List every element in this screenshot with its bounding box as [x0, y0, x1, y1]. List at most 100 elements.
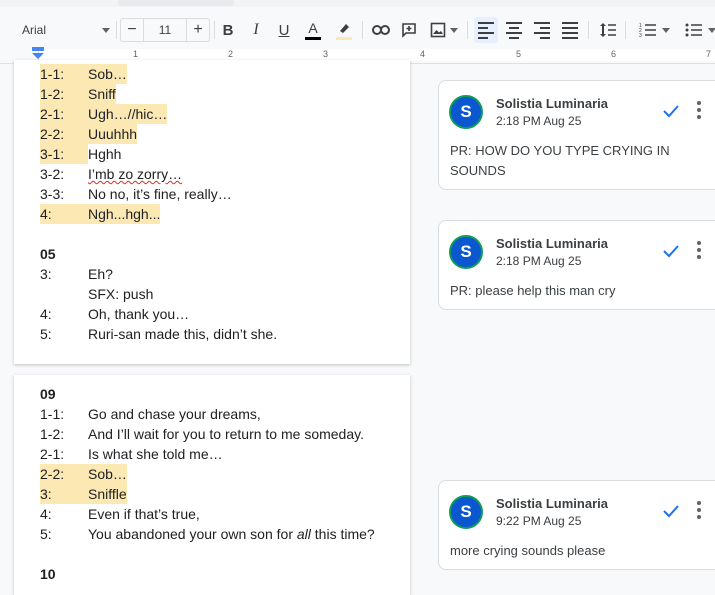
align-right-icon: [534, 22, 550, 39]
tab[interactable]: [118, 0, 234, 6]
script-line: 1-2:And I’ll wait for you to return to m…: [40, 424, 364, 444]
bulleted-list-button[interactable]: [682, 17, 715, 43]
comment-author: Solistia Luminaria: [496, 236, 608, 251]
comment-author: Solistia Luminaria: [496, 96, 608, 111]
script-line: 3:Sniffle: [40, 484, 127, 504]
ruler-number: 5: [516, 49, 521, 59]
line-number: 3:: [40, 484, 88, 504]
script-line: 3-1:Hghh: [40, 144, 121, 164]
justify-icon: [562, 22, 578, 39]
line-number: 1-1:: [40, 64, 88, 84]
script-line: 2-1:Ugh…//hic…: [40, 104, 167, 124]
script-line: 5:You abandoned your own son for all thi…: [40, 524, 375, 544]
font-size-input[interactable]: 11: [143, 19, 187, 41]
line-text: And I’ll wait for you to return to me so…: [88, 424, 364, 444]
line-spacing-icon: [599, 22, 617, 38]
line-text: Oh, thank you…: [88, 304, 189, 324]
bulleted-list-icon: [685, 22, 703, 38]
resolve-check-icon[interactable]: [661, 241, 681, 261]
line-number: 4:: [40, 204, 88, 224]
line-text: Go and chase your dreams,: [88, 404, 261, 424]
line-text: I’mb zo zorry…: [88, 164, 182, 184]
svg-text:3: 3: [639, 33, 642, 38]
more-options-icon[interactable]: [697, 241, 701, 259]
decrease-font-size-button[interactable]: −: [121, 21, 143, 39]
comment-card[interactable]: S Solistia Luminaria 2:18 PM Aug 25 PR: …: [438, 80, 715, 190]
resolve-check-icon[interactable]: [661, 101, 681, 121]
more-options-icon[interactable]: [697, 501, 701, 519]
ruler-number: 4: [420, 49, 425, 59]
comment-text: PR: HOW DO YOU TYPE CRYING IN SOUNDS: [450, 141, 690, 181]
divider: [588, 21, 589, 39]
comment-card[interactable]: S Solistia Luminaria 2:18 PM Aug 25 PR: …: [438, 220, 715, 310]
line-number: 2-2:: [40, 124, 88, 144]
line-number: 2-1:: [40, 104, 88, 124]
comment-author: Solistia Luminaria: [496, 496, 608, 511]
line-text: Is what she told me…: [88, 444, 223, 464]
line-text: SFX: push: [88, 284, 153, 304]
justify-button[interactable]: [558, 17, 582, 43]
script-line: 4:Ngh...hgh...: [40, 204, 160, 224]
line-number: 3-2:: [40, 164, 88, 184]
underline-button[interactable]: U: [272, 17, 296, 43]
add-comment-icon: [401, 22, 417, 38]
image-icon: [430, 22, 446, 38]
script-line: 1-1:Go and chase your dreams,: [40, 404, 261, 424]
align-left-button[interactable]: [474, 17, 498, 43]
ruler-number: 3: [323, 49, 328, 59]
script-line: 4:Oh, thank you…: [40, 304, 189, 324]
comment-card[interactable]: S Solistia Luminaria 9:22 PM Aug 25 more…: [438, 480, 715, 570]
increase-font-size-button[interactable]: +: [187, 21, 209, 39]
line-text: Eh?: [88, 264, 113, 284]
highlighter-icon: [337, 21, 351, 35]
script-line: SFX: push: [40, 284, 153, 304]
chevron-down-icon: [102, 28, 110, 33]
left-indent-marker[interactable]: [32, 53, 44, 59]
avatar: S: [449, 495, 483, 529]
font-name: Arial: [22, 23, 46, 37]
align-right-button[interactable]: [530, 17, 554, 43]
chevron-down-icon: [662, 28, 670, 33]
page-heading: 10: [40, 564, 56, 584]
numbered-list-button[interactable]: 123: [634, 17, 674, 43]
insert-image-button[interactable]: [426, 17, 462, 43]
highlight-color-button[interactable]: [332, 17, 356, 43]
divider: [214, 21, 215, 39]
line-text: Uuuhhh: [88, 124, 137, 144]
document-page[interactable]: 1-1:Sob… 1-2:Sniff 2-1:Ugh…//hic… 2-2:Uu…: [14, 60, 410, 364]
first-line-indent-marker[interactable]: [32, 47, 44, 51]
ruler-number: 6: [611, 49, 616, 59]
align-center-button[interactable]: [502, 17, 526, 43]
line-text: Sob…: [88, 64, 127, 84]
divider: [625, 21, 626, 39]
avatar: S: [449, 95, 483, 129]
script-line: 5:Ruri-san made this, didn’t she.: [40, 324, 277, 344]
ruler-number: 1: [133, 49, 138, 59]
add-comment-button[interactable]: [397, 17, 421, 43]
highlight-color-swatch: [336, 37, 352, 40]
more-options-icon[interactable]: [697, 101, 701, 119]
script-line: 4:Even if that’s true,: [40, 504, 200, 524]
comment-text: more crying sounds please: [450, 541, 690, 561]
font-select[interactable]: Arial: [10, 17, 114, 43]
script-line: 1-1:Sob…: [40, 64, 127, 84]
italic-button[interactable]: I: [244, 17, 268, 43]
align-left-icon: [478, 22, 494, 39]
bold-button[interactable]: B: [216, 17, 240, 43]
text-color-swatch: [305, 37, 321, 40]
font-size-stepper[interactable]: − 11 +: [120, 18, 210, 42]
script-line: 3-2:I’mb zo zorry…: [40, 164, 182, 184]
page-number-heading: 09: [40, 386, 56, 402]
document-page[interactable]: 09 1-1:Go and chase your dreams, 1-2:And…: [14, 375, 410, 595]
divider: [467, 21, 468, 39]
resolve-check-icon[interactable]: [661, 501, 681, 521]
text-color-button[interactable]: A: [301, 17, 325, 43]
divider: [116, 21, 117, 39]
comment-timestamp: 9:22 PM Aug 25: [496, 514, 581, 528]
align-center-icon: [506, 22, 522, 39]
line-spacing-button[interactable]: [596, 17, 620, 43]
script-line: 3-3:No no, it’s fine, really…: [40, 184, 232, 204]
chevron-down-icon: [708, 28, 715, 33]
insert-link-button[interactable]: [369, 17, 393, 43]
line-number: 5:: [40, 324, 88, 344]
